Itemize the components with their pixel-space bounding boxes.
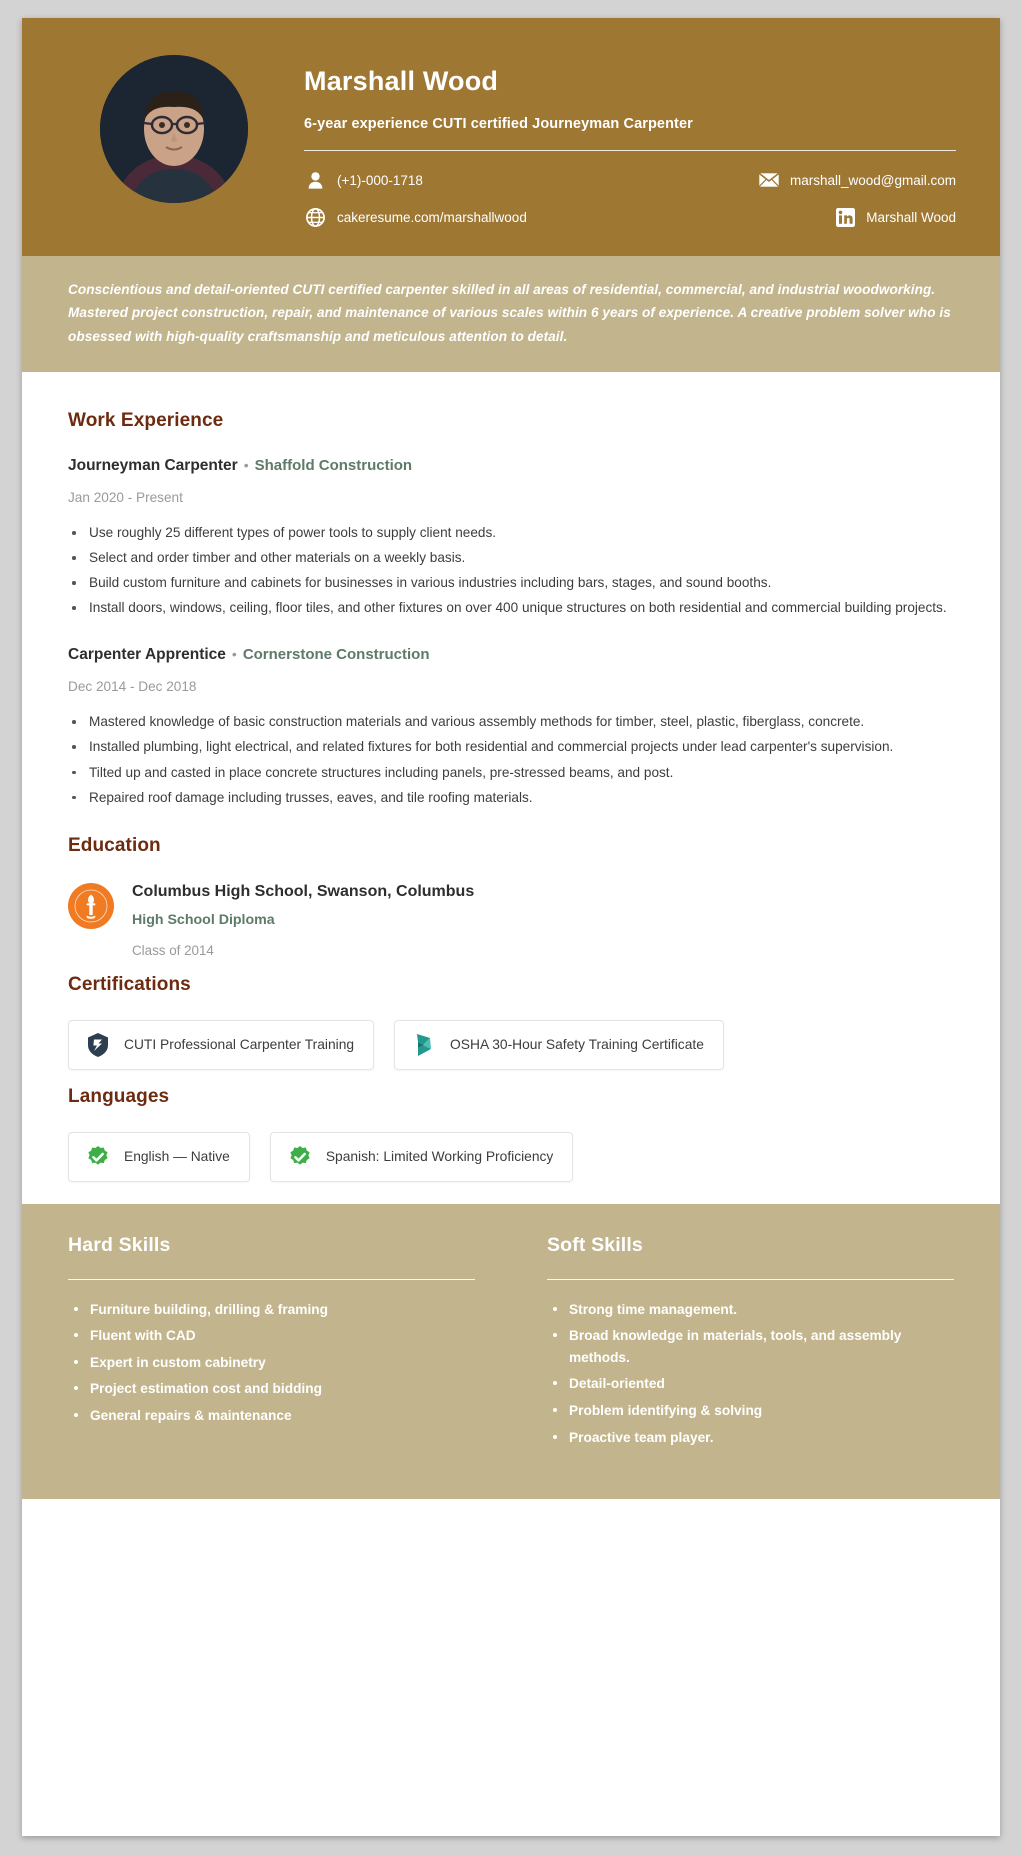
job-heading: Carpenter Apprentice • Cornerstone Constru… [68, 645, 954, 665]
section-languages: Languages English — Native Spanish: Limi… [68, 1086, 954, 1182]
section-certifications: Certifications CUTI Professional Carpent… [68, 974, 954, 1070]
contact-email-value: marshall_wood@gmail.com [789, 172, 956, 188]
section-education: Education Columbus High School, Swanson,… [68, 835, 954, 958]
summary-band: Conscientious and detail-oriented CUTI c… [22, 256, 1000, 373]
list-item: Proactive team player. [547, 1427, 954, 1449]
certification-card[interactable]: CUTI Professional Carpenter Training [68, 1019, 375, 1070]
language-label: English — Native [124, 1149, 230, 1165]
certification-card[interactable]: OSHA 30-Hour Safety Training Certificate [394, 1019, 724, 1070]
section-title-languages: Languages [68, 1085, 170, 1107]
envelope-icon [758, 169, 780, 191]
list-item: Broad knowledge in materials, tools, and… [547, 1325, 954, 1368]
person-icon [304, 169, 326, 191]
avatar [100, 55, 248, 203]
skills-footer: Hard Skills Furniture building, drilling… [22, 1203, 1000, 1500]
contact-phone[interactable]: (+1)-000-1718 [304, 169, 630, 191]
list-item: Furniture building, drilling & framing [68, 1299, 475, 1321]
header-divider [304, 150, 956, 152]
education-school: Columbus High School, Swanson, Columbus [132, 882, 475, 900]
section-title-certifications: Certifications [68, 973, 191, 995]
verified-check-icon [85, 1144, 111, 1170]
verified-check-icon [287, 1144, 313, 1170]
certification-label: OSHA 30-Hour Safety Training Certificate [450, 1037, 704, 1053]
resume-body: Work Experience Journeyman Carpenter • Sha… [22, 372, 1000, 1204]
education-entry: Columbus High School, Swanson, Columbus … [68, 881, 954, 958]
resume-document: Marshall Wood 6-year experience CUTI cer… [22, 18, 1000, 1836]
job-heading: Journeyman Carpenter • Shaffold Constructi… [68, 456, 954, 476]
education-text: Columbus High School, Swanson, Columbus … [132, 881, 954, 958]
globe-icon [304, 206, 326, 228]
contact-phone-value: (+1)-000-1718 [337, 172, 423, 188]
section-title-hard-skills: Hard Skills [68, 1233, 171, 1256]
job-bullet: Install doors, windows, ceiling, floor t… [68, 597, 954, 619]
job-bullet: Build custom furniture and cabinets for … [68, 572, 954, 594]
cuti-badge-icon [85, 1032, 111, 1058]
education-class-of: Class of 2014 [132, 942, 214, 958]
contact-linkedin-value: Marshall Wood [866, 209, 956, 225]
section-title-education: Education [68, 834, 161, 856]
soft-skills-divider [547, 1278, 954, 1280]
job-dates: Dec 2014 - Dec 2018 [68, 679, 197, 695]
job-dates: Jan 2020 - Present [68, 490, 183, 506]
section-title-work-experience: Work Experience [68, 410, 224, 432]
contact-list: (+1)-000-1718 marshall_wood@gmail.com ca… [304, 169, 956, 228]
resume-header: Marshall Wood 6-year experience CUTI cer… [22, 18, 1000, 256]
job-bullet: Tilted up and casted in place concrete s… [68, 762, 954, 784]
certification-list: CUTI Professional Carpenter Training OSH… [68, 1019, 954, 1070]
job-company: Shaffold Construction [254, 457, 413, 475]
torch-seal-icon [68, 882, 114, 929]
page-canvas: Marshall Wood 6-year experience CUTI cer… [0, 0, 1022, 1855]
header-main: Marshall Wood 6-year experience CUTI cer… [304, 44, 966, 228]
headline: 6-year experience CUTI certified Journey… [304, 116, 693, 133]
job-bullet: Installed plumbing, light electrical, an… [68, 736, 954, 758]
job-bullet: Repaired roof damage including trusses, … [68, 787, 954, 809]
hard-skills-list: Furniture building, drilling & framing F… [68, 1299, 475, 1427]
language-card[interactable]: English — Native [68, 1131, 250, 1182]
linkedin-icon [834, 206, 856, 228]
list-item: Expert in custom cabinetry [68, 1352, 475, 1374]
job-bullets: Mastered knowledge of basic construction… [68, 711, 954, 808]
contact-website-value: cakeresume.com/marshallwood [337, 209, 527, 225]
contact-email[interactable]: marshall_wood@gmail.com [630, 169, 956, 191]
job-bullet: Select and order timber and other materi… [68, 547, 954, 569]
osha-badge-icon [411, 1032, 437, 1058]
list-item: Strong time management. [547, 1299, 954, 1321]
job-title: Journeyman Carpenter [68, 457, 238, 475]
contact-website[interactable]: cakeresume.com/marshallwood [304, 206, 630, 228]
profile-photo [100, 55, 248, 203]
hard-skills-column: Hard Skills Furniture building, drilling… [68, 1234, 511, 1454]
list-item: Problem identifying & solving [547, 1400, 954, 1422]
job-bullet: Mastered knowledge of basic construction… [68, 711, 954, 733]
job-entry: Carpenter Apprentice • Cornerstone Constru… [68, 645, 954, 808]
summary-text: Conscientious and detail-oriented CUTI c… [68, 282, 951, 344]
education-degree: High School Diploma [132, 911, 275, 928]
soft-skills-column: Soft Skills Strong time management. Broa… [511, 1234, 954, 1454]
certification-label: CUTI Professional Carpenter Training [124, 1037, 355, 1053]
job-bullets: Use roughly 25 different types of power … [68, 522, 954, 619]
soft-skills-list: Strong time management. Broad knowledge … [547, 1299, 954, 1449]
contact-linkedin[interactable]: Marshall Wood [630, 206, 956, 228]
list-item: Fluent with CAD [68, 1325, 475, 1347]
page-title: Marshall Wood [304, 66, 499, 96]
hard-skills-divider [68, 1278, 475, 1280]
list-item: General repairs & maintenance [68, 1405, 475, 1427]
job-separator: • [231, 646, 237, 663]
language-list: English — Native Spanish: Limited Workin… [68, 1131, 954, 1182]
section-title-soft-skills: Soft Skills [547, 1233, 643, 1256]
job-entry: Journeyman Carpenter • Shaffold Constructi… [68, 456, 954, 619]
language-card[interactable]: Spanish: Limited Working Proficiency [269, 1131, 574, 1182]
list-item: Detail-oriented [547, 1373, 954, 1395]
job-company: Cornerstone Construction [242, 646, 430, 664]
list-item: Project estimation cost and bidding [68, 1378, 475, 1400]
job-separator: • [243, 457, 249, 474]
language-label: Spanish: Limited Working Proficiency [325, 1149, 554, 1165]
job-bullet: Use roughly 25 different types of power … [68, 522, 954, 544]
section-work-experience: Work Experience Journeyman Carpenter • Sha… [68, 410, 954, 808]
job-title: Carpenter Apprentice [68, 646, 226, 664]
